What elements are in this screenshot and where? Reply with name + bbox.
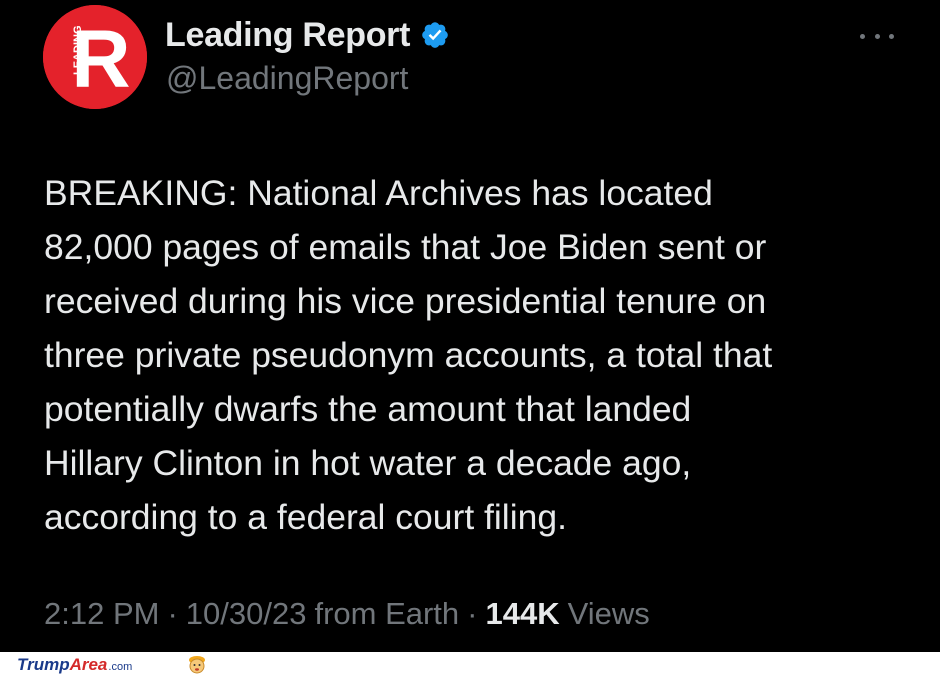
author-name-row[interactable]: Leading Report [165,14,450,56]
more-options-icon[interactable] [860,26,894,46]
display-name[interactable]: Leading Report [165,16,410,55]
separator: · [167,596,178,631]
tweet-date[interactable]: 10/30/23 [186,596,307,632]
avatar-side-text: LEADING [72,26,84,76]
watermark-part-3: .com [108,661,133,673]
leading-report-logo: R LEADING [43,5,147,109]
tweet-source: from Earth [314,596,460,631]
views-label: Views [567,596,650,631]
watermark-face-icon [189,656,205,674]
watermark-logo: Trump Area .com [17,655,132,675]
watermark-part-1: Trump [17,655,70,674]
avatar[interactable]: R LEADING [43,5,147,109]
handle[interactable]: @LeadingReport [166,60,408,97]
tweet-metadata: 2:12 PM · 10/30/23 from Earth · 144K Vie… [44,596,650,632]
verified-badge-icon [420,20,450,50]
tweet-time[interactable]: 2:12 PM [44,596,159,632]
watermark-part-2: Area [69,655,108,674]
views-count[interactable]: 144K [486,596,560,632]
tweet-text: BREAKING: National Archives has located … [44,173,773,537]
tweet-card: R LEADING Leading Report @LeadingReport … [0,0,940,652]
separator: · [467,596,478,631]
watermark-bar: Trump Area .com [0,652,940,677]
